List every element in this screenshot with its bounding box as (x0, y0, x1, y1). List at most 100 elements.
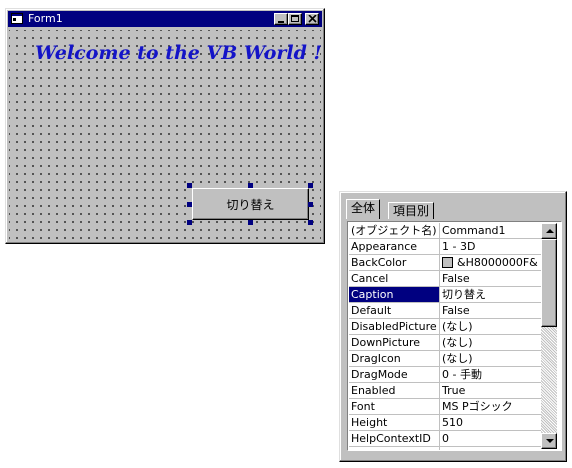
property-row[interactable]: DownPicture (なし) (349, 335, 542, 351)
property-row[interactable]: Font MS Pゴシック (349, 399, 542, 415)
property-grid: (オブジェクト名) Command1 Appearance 1 - 3D BackCol… (347, 221, 562, 451)
resize-handle-s[interactable] (248, 220, 253, 225)
resize-handle-e[interactable] (308, 202, 313, 207)
property-row[interactable]: DragMode 0 - 手動 (349, 367, 542, 383)
property-row[interactable]: Index (349, 447, 542, 450)
property-row[interactable]: Appearance 1 - 3D (349, 239, 542, 255)
column-divider (439, 383, 440, 398)
scroll-up-button[interactable] (541, 223, 557, 239)
welcome-label[interactable]: Welcome to the VB World ! (35, 42, 322, 64)
maximize-button[interactable] (288, 13, 302, 25)
property-name: BackColor (351, 256, 407, 269)
property-value-text: 0 - 手動 (442, 368, 482, 381)
column-divider (439, 415, 440, 430)
maximize-icon (291, 15, 299, 22)
property-name: Index (351, 447, 439, 450)
column-divider (439, 223, 440, 238)
property-value-text: 0 (442, 432, 449, 445)
property-value[interactable]: MS Pゴシック (442, 399, 542, 414)
property-value-text: 510 (442, 416, 463, 429)
property-value-text: 切り替え (442, 288, 486, 301)
arrow-up-icon (546, 229, 554, 233)
property-value[interactable]: 510 (442, 415, 542, 430)
property-value-text: False (442, 304, 470, 317)
property-row[interactable]: Height 510 (349, 415, 542, 431)
property-name: DisabledPicture (351, 320, 437, 333)
property-row[interactable]: Cancel False (349, 271, 542, 287)
property-value-text: &H8000000F& (457, 256, 538, 269)
column-divider (439, 351, 440, 366)
property-value[interactable]: (なし) (442, 335, 542, 350)
minimize-button[interactable] (274, 13, 288, 25)
column-divider (439, 431, 440, 446)
resize-handle-ne[interactable] (308, 183, 313, 188)
minimize-icon (278, 21, 284, 23)
property-value-text: 1 - 3D (442, 240, 476, 253)
property-value[interactable]: Command1 (442, 223, 542, 238)
property-value-text: True (442, 384, 466, 397)
property-value[interactable]: (なし) (442, 351, 542, 366)
tab-categorized[interactable]: 項目別 (388, 202, 435, 219)
property-value[interactable]: 切り替え (442, 287, 542, 302)
property-value[interactable]: 0 - 手動 (442, 367, 542, 382)
property-value[interactable]: True (442, 383, 542, 398)
column-divider (439, 447, 440, 450)
scroll-down-button[interactable] (541, 433, 557, 449)
resize-handle-sw[interactable] (187, 220, 192, 225)
column-divider (439, 399, 440, 414)
property-value-text: (なし) (442, 336, 473, 349)
property-value-text: (なし) (442, 352, 473, 365)
property-name: Font (351, 400, 375, 413)
scroll-thumb[interactable] (541, 239, 557, 327)
property-name: Appearance (351, 240, 418, 253)
close-icon (308, 15, 317, 23)
property-value[interactable]: False (442, 303, 542, 318)
property-value-text: Command1 (442, 224, 506, 237)
property-value[interactable]: False (442, 271, 542, 286)
property-row[interactable]: DisabledPicture (なし) (349, 319, 542, 335)
property-row[interactable]: (オブジェクト名) Command1 (349, 223, 542, 239)
property-value-text: (なし) (442, 320, 473, 333)
form-icon (11, 13, 23, 24)
property-row[interactable]: DragIcon (なし) (349, 351, 542, 367)
property-value-text: False (442, 272, 470, 285)
column-divider (439, 255, 440, 270)
property-value[interactable]: &H8000000F& (442, 255, 542, 270)
form-title: Form1 (28, 12, 63, 25)
property-row[interactable]: HelpContextID 0 (349, 431, 542, 447)
column-divider (439, 287, 440, 302)
property-name: HelpContextID (351, 432, 431, 445)
property-value[interactable]: 0 (442, 431, 542, 446)
property-name: DownPicture (351, 336, 420, 349)
column-divider (439, 367, 440, 382)
tab-alphabetic[interactable]: 全体 (346, 199, 381, 219)
close-button[interactable] (305, 13, 319, 25)
property-row[interactable]: Enabled True (349, 383, 542, 399)
arrow-down-icon (546, 439, 554, 443)
column-divider (439, 335, 440, 350)
property-value-text: MS Pゴシック (442, 400, 513, 413)
property-name: Caption (349, 287, 439, 302)
property-scrollbar[interactable] (541, 223, 557, 449)
resize-handle-w[interactable] (187, 202, 192, 207)
form-window[interactable]: Form1 Welcome to the VB World ! 切り替え (5, 8, 325, 244)
properties-window: 全体 項目別 (オブジェクト名) Command1 Appearance 1 - 3D… (339, 191, 567, 462)
property-name: Height (351, 416, 388, 429)
property-rows: (オブジェクト名) Command1 Appearance 1 - 3D BackCol… (349, 223, 542, 450)
property-value[interactable]: (なし) (442, 319, 542, 334)
property-value[interactable]: 1 - 3D (442, 239, 542, 254)
form-design-surface[interactable]: Welcome to the VB World ! 切り替え (9, 30, 322, 240)
property-row[interactable]: Default False (349, 303, 542, 319)
column-divider (439, 319, 440, 334)
property-name: DragMode (351, 368, 408, 381)
property-name: (オブジェクト名) (351, 224, 437, 237)
property-row[interactable]: BackColor &H8000000F& (349, 255, 542, 271)
resize-handle-n[interactable] (248, 183, 253, 188)
form-title-bar[interactable]: Form1 (8, 11, 322, 27)
column-divider (439, 239, 440, 254)
resize-handle-nw[interactable] (187, 183, 192, 188)
resize-handle-se[interactable] (308, 220, 313, 225)
property-row[interactable]: Caption 切り替え (349, 287, 542, 303)
column-divider (439, 303, 440, 318)
switch-command-button[interactable]: 切り替え (192, 188, 309, 220)
